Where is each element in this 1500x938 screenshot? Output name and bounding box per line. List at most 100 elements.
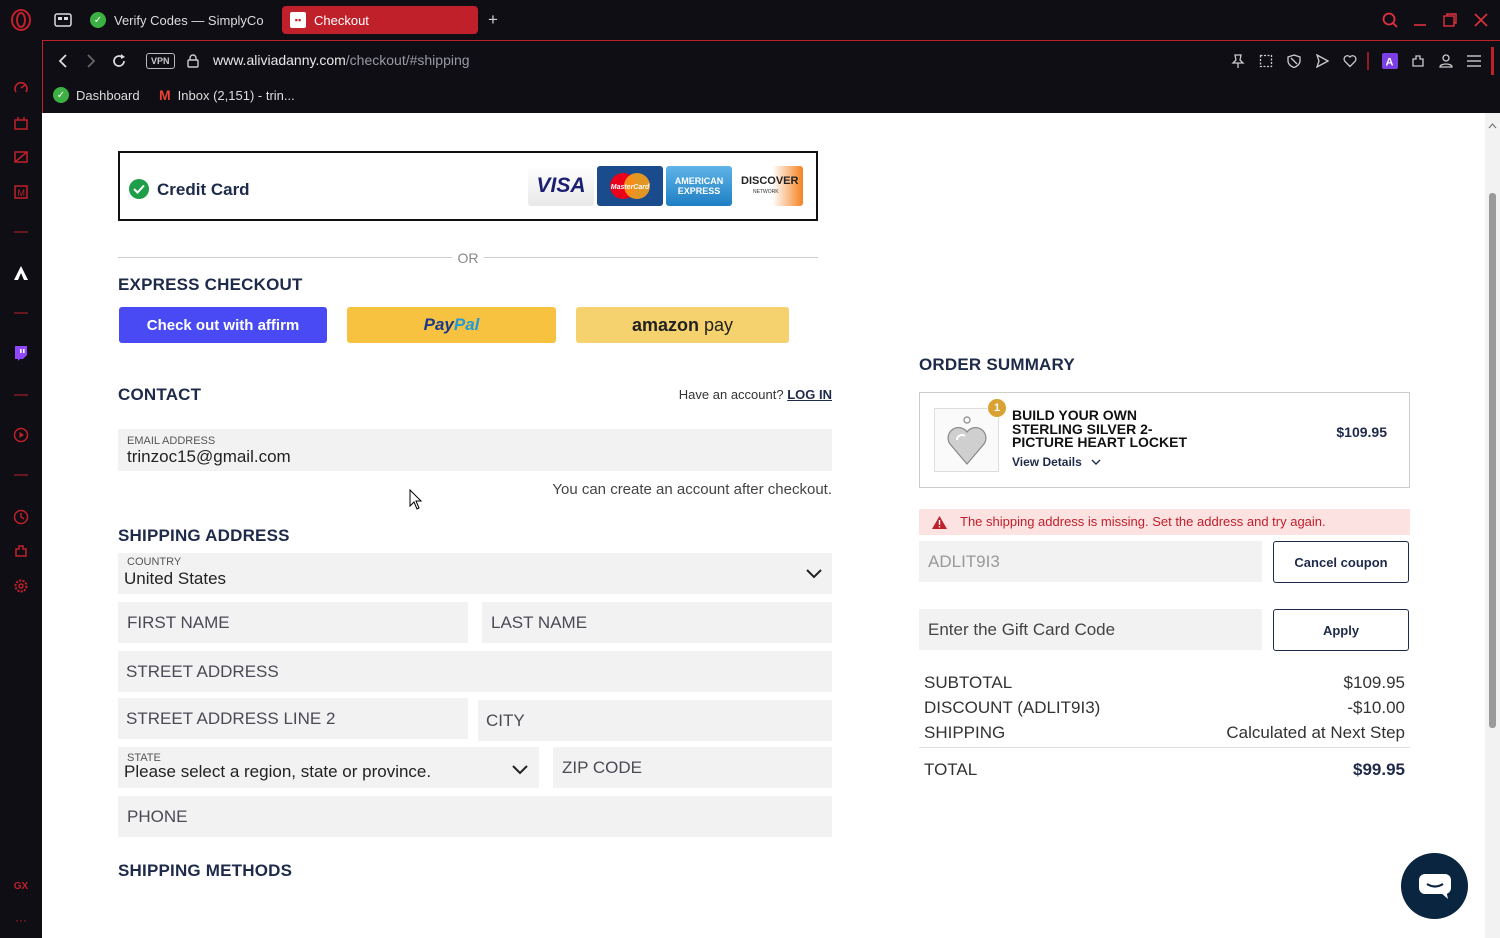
amazon-label: amazon xyxy=(631,314,699,335)
shipping-row: SHIPPING Calculated at Next Step xyxy=(924,723,1405,743)
login-link[interactable]: LOG IN xyxy=(787,387,832,402)
aria-icon[interactable] xyxy=(11,263,31,283)
view-details-toggle[interactable]: View Details xyxy=(1012,455,1101,469)
url-field[interactable]: www.aliviadanny.com/checkout/#shipping xyxy=(213,52,470,68)
subtotal-value: $109.95 xyxy=(1343,673,1405,692)
tab-label: Checkout xyxy=(314,12,369,28)
gift-card-field[interactable]: Enter the Gift Card Code xyxy=(919,609,1262,650)
contact-title: CONTACT xyxy=(118,385,202,404)
settings-icon[interactable] xyxy=(11,576,31,596)
last-name-field[interactable]: LAST NAME xyxy=(482,602,832,643)
pin-icon[interactable] xyxy=(1229,51,1247,71)
scroll-thumb[interactable] xyxy=(1489,193,1496,728)
gx-label[interactable]: GX xyxy=(11,876,31,896)
bookmark-dashboard[interactable]: ✓ Dashboard xyxy=(53,87,140,103)
search-icon[interactable] xyxy=(1380,10,1400,30)
product-thumbnail[interactable] xyxy=(934,408,999,472)
sidebar-divider xyxy=(1367,51,1369,71)
extensions-icon[interactable] xyxy=(1409,51,1427,71)
scrollbar[interactable] xyxy=(1485,113,1500,938)
snapshot-icon[interactable] xyxy=(1257,51,1275,71)
express-checkout-title: EXPRESS CHECKOUT xyxy=(118,275,303,294)
phone-field[interactable]: PHONE xyxy=(118,796,832,837)
total-value: $99.95 xyxy=(1353,760,1405,779)
reload-icon[interactable] xyxy=(109,51,129,71)
bookmark-label: Dashboard xyxy=(76,87,140,103)
sidebar-more-icon[interactable]: ··· xyxy=(11,910,31,930)
tab-checkout[interactable]: ▪▪ Checkout xyxy=(282,6,478,34)
state-select[interactable]: STATE Please select a region, state or p… xyxy=(118,747,539,788)
state-value: Please select a region, state or provinc… xyxy=(124,762,432,781)
summary-divider xyxy=(919,747,1410,748)
gx-control-icon[interactable] xyxy=(11,113,31,133)
total-row: TOTAL $99.95 xyxy=(924,760,1405,780)
minimize-icon[interactable] xyxy=(1410,10,1430,30)
amazon-pay-button[interactable]: amazon pay xyxy=(576,307,789,343)
extensions-sidebar-icon[interactable] xyxy=(11,541,31,561)
restore-icon[interactable] xyxy=(1440,10,1460,30)
new-tab-button[interactable]: + xyxy=(484,10,502,30)
city-field[interactable]: CITY xyxy=(478,700,832,741)
lock-icon[interactable] xyxy=(185,52,201,70)
gx-corner-icon[interactable] xyxy=(11,147,31,167)
affirm-button[interactable]: Check out with affirm xyxy=(119,307,327,343)
credit-card-option[interactable]: Credit Card VISA MasterCard AMERICAN EXP… xyxy=(118,151,818,221)
chevron-down-icon xyxy=(512,762,528,780)
tab-verify-codes[interactable]: ✓ Verify Codes — SimplyCo xyxy=(82,6,272,34)
scroll-up-icon[interactable] xyxy=(1488,116,1497,134)
vpn-badge[interactable]: VPN xyxy=(146,53,175,69)
adblock-icon[interactable] xyxy=(1285,51,1303,71)
street2-placeholder: STREET ADDRESS LINE 2 xyxy=(126,708,336,728)
easy-setup-icon[interactable] xyxy=(1465,51,1483,71)
chevron-down-icon xyxy=(1091,455,1101,469)
tab-island-icon[interactable] xyxy=(52,10,74,30)
discount-label: DISCOUNT (ADLIT9I3) xyxy=(924,698,1101,717)
sidebar: M GX ··· xyxy=(0,40,42,938)
street-address-field[interactable]: STREET ADDRESS xyxy=(118,651,832,692)
first-name-placeholder: FIRST NAME xyxy=(127,612,230,632)
twitch-icon[interactable] xyxy=(11,343,31,363)
send-icon[interactable] xyxy=(1313,51,1331,71)
country-select[interactable]: COUNTRY United States xyxy=(118,553,832,594)
heart-icon[interactable] xyxy=(1341,51,1359,71)
paypal-pay: Pay xyxy=(423,315,454,334)
zip-code-field[interactable]: ZIP CODE xyxy=(553,747,832,788)
shipping-address-title: SHIPPING ADDRESS xyxy=(118,526,290,545)
shipping-value: Calculated at Next Step xyxy=(1226,723,1405,742)
apply-label: Apply xyxy=(1322,622,1360,638)
account-icon[interactable] xyxy=(1437,51,1455,71)
chat-button[interactable] xyxy=(1401,853,1468,919)
coupon-field[interactable]: ADLIT9I3 xyxy=(919,541,1262,582)
street-address-2-field[interactable]: STREET ADDRESS LINE 2 xyxy=(118,698,468,739)
or-label: OR xyxy=(457,250,479,266)
login-prompt: Have an account? LOG IN xyxy=(602,387,832,402)
sidebar-divider xyxy=(11,465,31,485)
apply-button[interactable]: Apply xyxy=(1273,609,1409,651)
bookmark-inbox[interactable]: M Inbox (2,151) - trin... xyxy=(159,87,295,103)
error-banner: The shipping address is missing. Set the… xyxy=(919,509,1410,535)
email-field[interactable]: EMAIL ADDRESS trinzoc15@gmail.com xyxy=(118,429,832,471)
bookmark-label: Inbox (2,151) - trin... xyxy=(177,87,295,103)
back-icon[interactable] xyxy=(53,51,73,71)
affirm-label: Check out with affirm xyxy=(146,316,300,334)
cancel-coupon-button[interactable]: Cancel coupon xyxy=(1273,541,1409,583)
history-icon[interactable] xyxy=(11,507,31,527)
order-summary-title: ORDER SUMMARY xyxy=(919,355,1075,374)
first-name-field[interactable]: FIRST NAME xyxy=(118,602,468,643)
opera-logo-icon[interactable] xyxy=(8,8,34,32)
profile-a-icon[interactable]: A xyxy=(1381,51,1399,71)
email-value: trinzoc15@gmail.com xyxy=(127,447,291,466)
discover-sub: NETWORK xyxy=(753,189,779,195)
gmail-sidebar-icon[interactable]: M xyxy=(11,182,31,202)
sidebar-divider xyxy=(11,222,31,242)
svg-text:M: M xyxy=(18,188,26,198)
zip-placeholder: ZIP CODE xyxy=(562,757,642,777)
paypal-button[interactable]: Pay Pal xyxy=(347,307,556,343)
close-window-icon[interactable] xyxy=(1470,10,1492,30)
speed-dial-icon[interactable] xyxy=(11,78,31,98)
paypal-pal: Pal xyxy=(453,315,480,334)
address-bar-accent xyxy=(1491,47,1494,75)
forward-icon[interactable] xyxy=(81,51,101,71)
discount-row: DISCOUNT (ADLIT9I3) -$10.00 xyxy=(924,698,1405,718)
player-icon[interactable] xyxy=(11,425,31,445)
